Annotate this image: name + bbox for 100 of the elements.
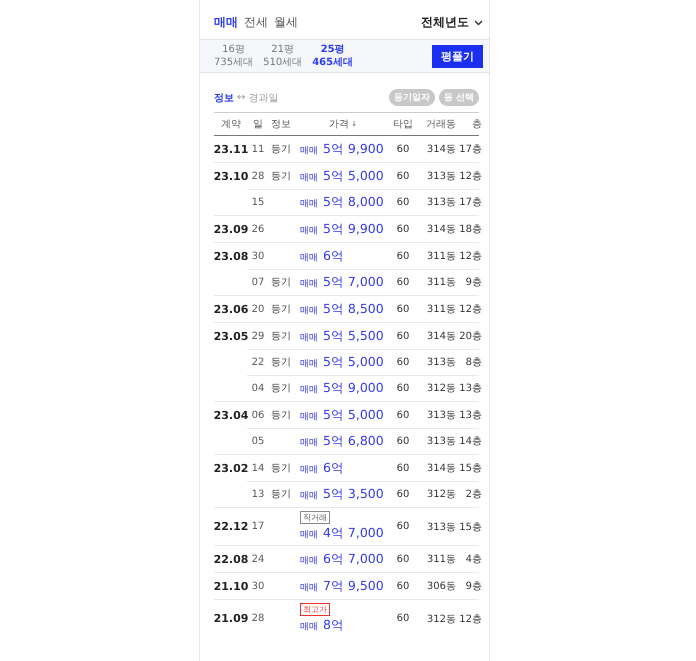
deal-type-label: 매매	[300, 304, 318, 316]
table-cell-text: 60	[396, 436, 410, 446]
table-cell-text: 07	[250, 276, 266, 288]
table-cell-text: 등기	[271, 143, 291, 156]
deal-type-label: 매매	[300, 332, 318, 344]
contract-month: 22.12	[214, 520, 248, 533]
deal-type-tab[interactable]: 월세	[274, 14, 298, 31]
table-cell-text: 13층	[458, 409, 482, 422]
deal-type-label: 매매	[300, 224, 318, 236]
table-cell-text: 60	[396, 330, 410, 342]
price-text: 7억 9,500	[323, 578, 384, 594]
table-cell-text: 14층	[458, 435, 482, 448]
table-cell-text: 4층	[464, 553, 482, 566]
table-cell-text: 60	[396, 382, 410, 394]
table-cell-text: 8층	[464, 356, 482, 369]
table-cell-text: 313동	[426, 520, 456, 534]
table-cell-text: 60	[396, 356, 410, 368]
contract-month: 23.04	[214, 408, 248, 422]
view-option[interactable]: 정보	[214, 90, 234, 104]
column-header[interactable]: 거래동	[414, 117, 456, 131]
expand-sizes-button[interactable]: 평풀기	[432, 44, 483, 68]
table-cell-text: 306동	[426, 580, 456, 593]
table-cell-text: 15	[250, 196, 266, 208]
table-cell-text: 9층	[464, 276, 482, 289]
table-cell-text: 314동	[426, 143, 456, 156]
table-cell-text: 30	[250, 250, 266, 262]
table-cell-text: 314동	[426, 330, 456, 343]
table-cell-text: 311동	[426, 303, 456, 316]
table-cell-text: 314동	[426, 462, 456, 475]
column-header[interactable]: 층	[456, 117, 482, 131]
table-cell-text: 17층	[458, 143, 482, 156]
table-cell-text: 60	[396, 224, 410, 234]
contract-month: 23.08	[214, 250, 248, 262]
area-option[interactable]: 16평 735세대	[214, 43, 254, 69]
table-cell-text: 등기	[271, 356, 291, 369]
area-option[interactable]: 21평 510세대	[263, 43, 302, 69]
price-text: 5억 8,000	[323, 194, 384, 210]
table-cell-text: 30	[250, 580, 266, 592]
area-option[interactable]: 25평 465세대	[312, 43, 354, 69]
table-cell-text: 등기	[271, 462, 291, 475]
price-text: 6억	[323, 248, 344, 264]
contract-month: 23.05	[214, 330, 248, 342]
table-cell-text: 11	[250, 144, 266, 154]
deal-type-label: 매매	[300, 554, 318, 566]
table-cell-text: 20	[250, 304, 266, 314]
table-cell-text: 60	[396, 196, 410, 208]
table-cell-text: 60	[396, 304, 410, 314]
column-header[interactable]: 정보	[268, 117, 294, 131]
contract-month: 23.10	[214, 170, 248, 182]
deal-type-tab[interactable]: 매매	[214, 14, 238, 31]
price-text: 5억 7,000	[323, 274, 384, 290]
deal-type-label: 매매	[300, 410, 318, 422]
contract-month: 22.08	[214, 552, 248, 566]
table-cell-text: 60	[396, 521, 410, 532]
price-text: 8억	[323, 617, 344, 634]
contract-month: 23.11	[214, 142, 248, 156]
contract-month: 23.09	[214, 222, 248, 236]
table-cell-text: 313동	[426, 170, 456, 183]
price-text: 5억 9,000	[323, 380, 384, 396]
table-cell-text: 313동	[426, 435, 456, 448]
table-cell-text: 등기	[271, 276, 291, 289]
column-header[interactable]: 타입	[392, 117, 414, 131]
table-cell-text: 등기	[271, 382, 291, 395]
table-cell-text: 60	[396, 410, 410, 420]
table-cell-text: 등기	[271, 409, 291, 422]
table-cell-text: 등기	[271, 303, 291, 316]
table-cell-text: 15층	[458, 520, 482, 534]
table-cell-text: 312동	[426, 382, 456, 395]
deal-type-label: 매매	[300, 529, 318, 541]
price-text: 5억 5,000	[323, 354, 384, 370]
table-cell-text: 등기	[271, 330, 291, 343]
deal-type-label: 매매	[300, 144, 318, 156]
table-cell-text: 15층	[458, 462, 482, 475]
table-cell-text: 24	[250, 554, 266, 564]
table-cell-text: 60	[396, 613, 410, 624]
column-header[interactable]: 일	[248, 117, 268, 131]
table-cell-text: 312동	[426, 612, 456, 626]
price-text: 6억	[323, 460, 344, 476]
deal-type-label: 매매	[300, 252, 318, 264]
price-text: 5억 9,900	[323, 220, 384, 238]
table-cell-text: 18층	[458, 223, 482, 236]
column-header[interactable]: 계약	[214, 117, 248, 131]
table-cell-text: 60	[396, 276, 410, 288]
table-cell-text: 28	[250, 170, 266, 182]
table-cell-text: 22	[250, 356, 266, 368]
deal-type-tab[interactable]: 전세	[244, 14, 268, 31]
table-cell-text: 313동	[426, 356, 456, 369]
contract-month: 21.10	[214, 580, 248, 592]
table-cell-text: 60	[396, 250, 410, 262]
table-cell-text: 05	[250, 436, 266, 446]
table-cell-text: 13	[250, 488, 266, 500]
price-text: 5억 8,500	[323, 300, 384, 318]
year-filter-dropdown[interactable]: 전체년도	[421, 14, 483, 31]
table-cell-text: 20층	[458, 330, 482, 343]
table-cell-text: 60	[396, 462, 410, 474]
deal-type-label: 매매	[300, 384, 318, 396]
deal-type-label: 매매	[300, 436, 318, 448]
contract-month: 23.06	[214, 302, 248, 316]
table-cell-text: 04	[250, 382, 266, 394]
swap-arrow: ↔	[237, 92, 246, 103]
